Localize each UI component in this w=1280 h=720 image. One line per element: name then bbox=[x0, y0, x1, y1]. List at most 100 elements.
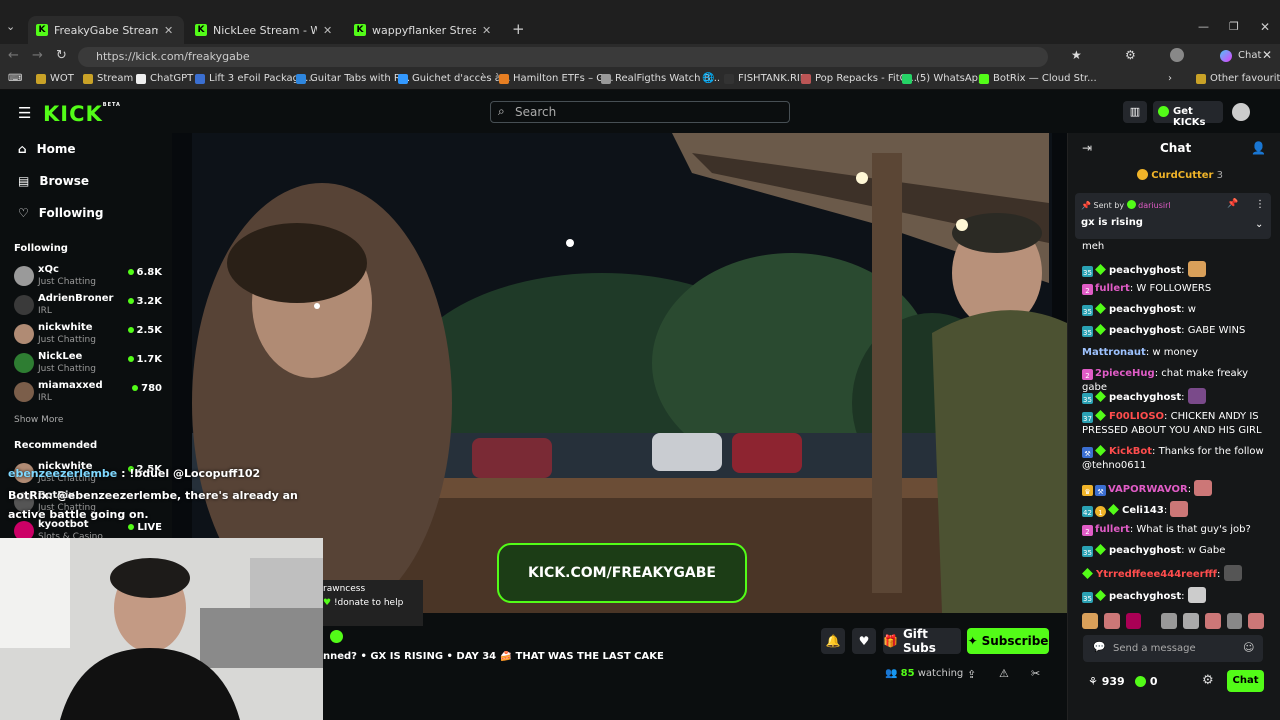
following-channel[interactable]: miamaxxed IRL 780 bbox=[14, 380, 164, 408]
url-field[interactable]: https://kick.com/freakygabe bbox=[78, 47, 1048, 67]
collapse-chat-icon[interactable]: ⇥ bbox=[1082, 141, 1092, 155]
extensions-icon[interactable]: ⚙ bbox=[1125, 48, 1136, 62]
nav-home[interactable]: ⌂ Home bbox=[18, 142, 76, 156]
emote[interactable] bbox=[1204, 613, 1221, 629]
following-channel[interactable]: AdrienBroner IRL 3.2K bbox=[14, 293, 164, 321]
emote[interactable] bbox=[1161, 613, 1177, 629]
verified-icon bbox=[1126, 200, 1136, 209]
nav-browse[interactable]: ▤ Browse bbox=[18, 174, 89, 188]
close-tab-icon[interactable]: ✕ bbox=[482, 24, 491, 37]
heart-icon: ♥ bbox=[858, 634, 870, 648]
get-kicks-button[interactable]: Get KICKs bbox=[1153, 101, 1223, 128]
pinned-message[interactable]: 📌 Sent by dariusirl 📌 ⋮ gx is rising ⌄ bbox=[1075, 193, 1271, 239]
kick-logo[interactable]: KICKBETA bbox=[43, 102, 121, 126]
tab-list-icon[interactable]: ⌄ bbox=[6, 20, 22, 36]
chat-bubble-icon: 💬 bbox=[1093, 642, 1106, 653]
unpin-icon[interactable]: 📌 bbox=[1227, 199, 1238, 209]
send-chat-button[interactable]: Chat bbox=[1227, 670, 1264, 692]
overlay-chat-line: active battle going on. bbox=[8, 508, 149, 521]
emote[interactable] bbox=[1183, 613, 1199, 629]
emote[interactable] bbox=[1082, 613, 1098, 629]
emote[interactable] bbox=[1125, 613, 1142, 629]
refresh-icon[interactable]: ↻ bbox=[56, 48, 67, 63]
forward-icon[interactable]: → bbox=[32, 48, 43, 63]
avatar bbox=[14, 382, 34, 402]
tab-freakygabe[interactable]: K FreakyGabe Stream - Watch L ✕ bbox=[28, 16, 184, 44]
following-channel[interactable]: nickwhite Just Chatting 2.5K bbox=[14, 322, 164, 350]
bookmark-item[interactable]: ChatGPT bbox=[136, 73, 193, 84]
chevron-down-icon[interactable]: ⌄ bbox=[1255, 219, 1263, 230]
gift-subs-button[interactable]: 🎁 Gift Subs bbox=[883, 627, 961, 655]
tab-wappyflanker[interactable]: K wappyflanker Stream - Watch ✕ bbox=[346, 16, 502, 44]
chat-settings-icon[interactable]: ⚙ bbox=[1202, 673, 1214, 688]
share-icon[interactable]: ⇪ bbox=[967, 668, 976, 681]
beta-badge: BETA bbox=[102, 102, 121, 108]
bookmark-item[interactable]: FISHTANK.RIP bbox=[724, 73, 806, 84]
emote[interactable] bbox=[1103, 613, 1120, 629]
profile-icon[interactable] bbox=[1170, 48, 1184, 62]
emote[interactable] bbox=[1248, 613, 1264, 629]
report-icon[interactable]: ⚠ bbox=[999, 667, 1009, 680]
close-tab-icon[interactable]: ✕ bbox=[164, 24, 173, 37]
bookmark-item[interactable]: Guichet d'accès à... bbox=[398, 73, 510, 84]
home-icon: ⌂ bbox=[18, 142, 27, 156]
notification-bell-button[interactable]: 🔔 bbox=[821, 628, 845, 654]
gifter-coin-icon bbox=[1137, 169, 1148, 180]
layout-toggle-button[interactable]: ▥ bbox=[1123, 101, 1147, 123]
close-window-icon[interactable]: ✕ bbox=[1260, 20, 1270, 34]
tab-title: NickLee Stream - Watch Live bbox=[213, 23, 317, 37]
show-more-link[interactable]: Show More bbox=[14, 415, 63, 425]
minimize-icon[interactable]: — bbox=[1198, 20, 1209, 33]
back-icon[interactable]: ← bbox=[8, 48, 19, 63]
top-gifter[interactable]: CurdCutter 3 bbox=[1137, 169, 1223, 181]
following-channel[interactable]: NickLee Just Chatting 1.7K bbox=[14, 351, 164, 379]
chat-users-icon[interactable]: 👤 bbox=[1251, 141, 1266, 155]
bookmarks-toggle-icon[interactable]: ⌨ bbox=[8, 73, 22, 84]
kick-favicon-icon: K bbox=[354, 24, 366, 36]
emote[interactable] bbox=[1226, 613, 1243, 629]
nav-following[interactable]: ♡ Following bbox=[18, 206, 104, 220]
chat-message-input[interactable]: 💬 Send a message ☺ bbox=[1083, 635, 1263, 662]
new-tab-icon[interactable]: + bbox=[512, 20, 525, 38]
clip-icon[interactable]: ✂ bbox=[1031, 667, 1040, 680]
bookmark-item[interactable]: (5) WhatsApp bbox=[902, 73, 984, 84]
hamburger-menu-icon[interactable]: ☰ bbox=[18, 104, 31, 122]
favorite-star-icon[interactable]: ★ bbox=[1071, 48, 1082, 62]
donate-alert: rawncess ♥ !donate to help bbox=[323, 580, 423, 626]
close-tab-icon[interactable]: ✕ bbox=[323, 24, 332, 37]
copilot-chat-label[interactable]: Chat bbox=[1238, 50, 1261, 61]
kicks-balance[interactable]: 0 bbox=[1135, 675, 1158, 688]
follow-heart-button[interactable]: ♥ bbox=[852, 628, 876, 654]
more-options-icon[interactable]: ⋮ bbox=[1255, 199, 1265, 210]
search-icon: ⌕ bbox=[498, 104, 505, 118]
avatar bbox=[14, 266, 34, 286]
bookmark-item[interactable]: WOT bbox=[36, 73, 74, 84]
chat-message: ⚒ KickBot: Thanks for the follow @tehno06… bbox=[1082, 445, 1264, 471]
kicks-icon bbox=[1158, 106, 1169, 117]
close-sidebar-icon[interactable]: ✕ bbox=[1262, 48, 1272, 62]
pin-icon: 📌 bbox=[1081, 201, 1091, 210]
bookmark-item[interactable]: Stream bbox=[83, 73, 133, 84]
search-input[interactable]: ⌕ Search bbox=[490, 101, 790, 123]
emoji-icon[interactable]: ☺ bbox=[1243, 641, 1254, 654]
kick-favicon-icon: K bbox=[36, 24, 48, 36]
bookmark-item[interactable]: Hamilton ETFs – G... bbox=[499, 73, 614, 84]
tab-nicklee[interactable]: K NickLee Stream - Watch Live ✕ bbox=[187, 16, 343, 44]
stream-title: nned? • GX IS RISING • DAY 34 🍰 THAT WAS… bbox=[323, 651, 664, 662]
bookmark-item[interactable]: Pop Repacks - FitG... bbox=[801, 73, 917, 84]
following-channel[interactable]: xQc Just Chatting 6.8K bbox=[14, 264, 164, 292]
other-favourites[interactable]: Other favourites bbox=[1196, 73, 1280, 84]
bookmark-item[interactable]: BotRix — Cloud Str... bbox=[979, 73, 1097, 84]
bookmark-item[interactable]: Guitar Tabs with R... bbox=[296, 73, 410, 84]
copilot-icon[interactable] bbox=[1220, 50, 1232, 62]
donate-user: rawncess bbox=[323, 584, 366, 594]
chat-message: Ytrredffeee444reerfff: bbox=[1082, 565, 1264, 582]
subscribe-button[interactable]: ✦ Subscribe bbox=[967, 628, 1049, 654]
chevron-right-icon[interactable]: › bbox=[1168, 73, 1172, 84]
gift-icon: 🎁 bbox=[883, 634, 898, 648]
channel-points[interactable]: ⚘ 939 bbox=[1088, 675, 1125, 688]
user-avatar[interactable] bbox=[1232, 103, 1250, 121]
maximize-icon[interactable]: ❐ bbox=[1229, 20, 1239, 33]
globe-icon[interactable]: 🌐 bbox=[702, 73, 714, 84]
recommended-section-title: Recommended bbox=[14, 440, 98, 451]
